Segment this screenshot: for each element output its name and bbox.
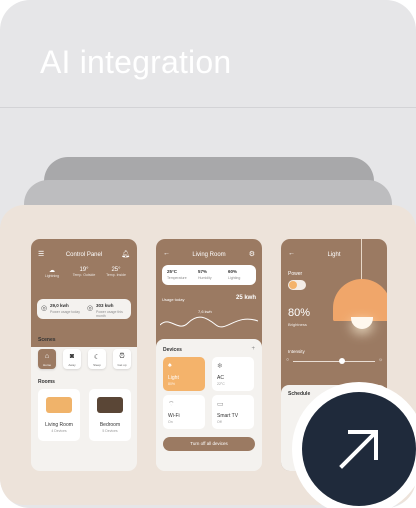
intensity-label: Intensity	[288, 349, 305, 354]
card-title: AI integration	[40, 44, 232, 80]
home-icon: ⌂	[44, 353, 50, 360]
room-living[interactable]: Living Room 4 Devices	[38, 389, 80, 441]
power-label: Power	[288, 271, 303, 277]
intensity-track[interactable]	[293, 361, 375, 362]
device-smart-tv[interactable]: ▭ Smart TV Off	[212, 395, 254, 429]
scene-sleep[interactable]: ☾ Sleep	[88, 349, 106, 369]
power-month-label: Power usage this month	[96, 310, 123, 318]
tv-icon: ▭	[217, 401, 224, 408]
phone-title: Living Room	[192, 252, 226, 258]
phone-living-room: ← Living Room ⚙ 25°C Temperature 57% Hum…	[156, 239, 262, 471]
power-icon: ◎	[41, 305, 48, 312]
usage-sparkline	[160, 316, 258, 328]
room-bedroom[interactable]: Bedroom 5 Devices	[89, 389, 131, 441]
settings-icon[interactable]: ⚙	[249, 250, 255, 258]
lamp-icon: ♠	[168, 362, 172, 369]
scenes-label: Scenes	[38, 337, 56, 343]
brightness-value: 80%	[288, 307, 311, 319]
power-today-value: 29,0 kwh	[50, 303, 69, 308]
moon-icon: ☾	[93, 354, 101, 361]
weather-inside: 25° Temp. Inside	[106, 267, 126, 277]
device-light[interactable]: ♠ Light 80%	[163, 357, 205, 391]
power-month-value: 303 kwh	[96, 303, 114, 308]
power-usage-box: ◎ 29,0 kwh Power usage today ◎ 303 kwh P…	[37, 299, 131, 319]
devices-label: Devices	[163, 347, 182, 353]
bed-icon	[97, 397, 123, 413]
room-stats: 25°C Temperature 57% Humidity 60% Lighti…	[162, 265, 256, 285]
alarm-icon: ⏰︎	[119, 353, 125, 360]
cta-circle[interactable]	[302, 392, 416, 506]
scene-home[interactable]: ⌂ Home	[38, 349, 56, 369]
power-today-label: Power usage today	[50, 310, 80, 314]
phone-title: Light	[327, 252, 341, 258]
turn-off-all-button[interactable]: Turn off all devices	[163, 437, 255, 451]
weather-outside: 19° Temp. Outside	[72, 267, 96, 277]
arrow-up-right-icon	[339, 430, 378, 469]
power-month-icon: ◎	[87, 305, 94, 312]
snowflake-icon: ❄	[217, 363, 223, 370]
usage-label: Usage today	[162, 297, 185, 302]
rooms-label: Rooms	[38, 379, 55, 385]
scene-getup[interactable]: ⏰︎ Get up	[113, 349, 131, 369]
wifi-icon: ⌔	[168, 401, 175, 408]
add-device-icon[interactable]: +	[251, 346, 255, 352]
bell-icon: 🔔︎	[121, 251, 130, 258]
weather-lightning: ☁ Lightning	[44, 268, 60, 278]
open-card-button[interactable]	[302, 392, 416, 506]
car-icon: ◙	[69, 353, 75, 360]
sofa-icon	[46, 397, 72, 413]
bulb-low-icon: ○	[286, 357, 290, 363]
bulb-high-icon: ☼	[378, 357, 383, 363]
card-divider	[0, 107, 416, 108]
device-ac[interactable]: ❄ AC 22°C	[212, 357, 254, 391]
usage-value: 25 kwh	[235, 295, 256, 301]
phone-control-panel: ☰ Control Panel 🔔︎ ☁ Lightning 19° Temp. O…	[31, 239, 137, 471]
brightness-label: Brightness	[288, 322, 307, 327]
device-wifi[interactable]: ⌔ Wi-Fi On	[163, 395, 205, 429]
power-toggle[interactable]	[288, 280, 306, 290]
scene-away[interactable]: ◙ Away	[63, 349, 81, 369]
lamp-cord	[361, 239, 362, 279]
